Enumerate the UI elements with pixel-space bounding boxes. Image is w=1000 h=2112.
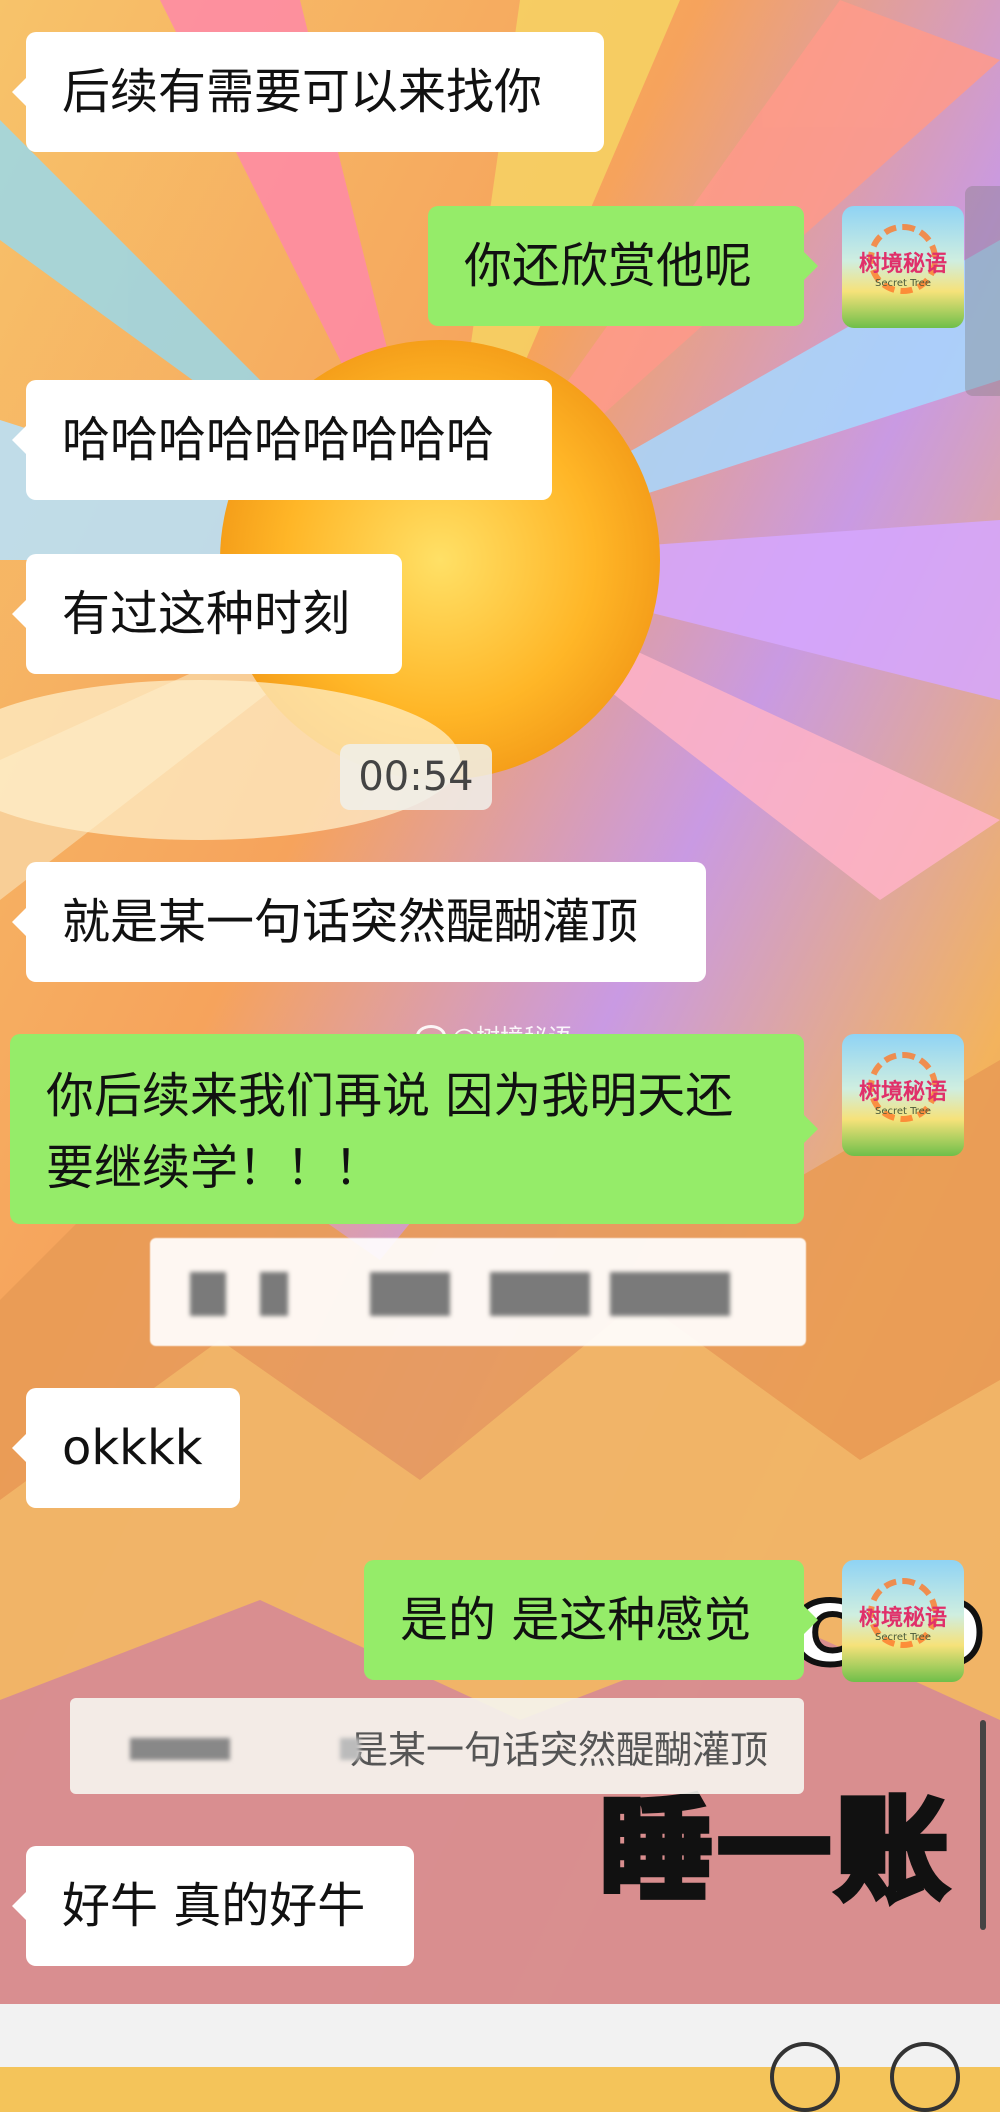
avatar[interactable]: 树境秘语 Secret Tree bbox=[842, 1034, 964, 1156]
emoji-icon[interactable] bbox=[770, 2042, 840, 2112]
avatar[interactable]: 树境秘语 Secret Tree bbox=[842, 206, 964, 328]
avatar[interactable]: 树境秘语 Secret Tree bbox=[842, 1560, 964, 1682]
avatar-subtitle: Secret Tree bbox=[875, 1106, 931, 1117]
redaction-block bbox=[490, 1272, 590, 1316]
redaction-block bbox=[190, 1272, 226, 1316]
message-text: 哈哈哈哈哈哈哈哈哈 bbox=[62, 412, 495, 468]
message-text: 后续有需要可以来找你 bbox=[62, 64, 543, 120]
incoming-message[interactable]: okkkk bbox=[12, 1388, 240, 1508]
message-text: 你还欣赏他呢 bbox=[464, 238, 753, 294]
outgoing-message[interactable]: 你后续来我们再说 因为我明天还要继续学！！！ bbox=[10, 1034, 818, 1224]
redacted-message bbox=[150, 1238, 806, 1346]
redaction-block bbox=[370, 1272, 450, 1316]
incoming-message[interactable]: 后续有需要可以来找你 bbox=[12, 32, 604, 152]
message-text: 是的 是这种感觉 bbox=[400, 1592, 752, 1648]
incoming-message[interactable]: 就是某一句话突然醍醐灌顶 bbox=[12, 862, 706, 982]
redaction-block bbox=[610, 1272, 730, 1316]
side-handle[interactable] bbox=[965, 186, 1000, 396]
message-text: 有过这种时刻 bbox=[62, 586, 351, 642]
outgoing-message[interactable]: 你还欣赏他呢 bbox=[428, 206, 818, 326]
quoted-message[interactable]: 是某一句话突然醍醐灌顶 bbox=[70, 1698, 804, 1794]
message-text: okkkk bbox=[62, 1420, 203, 1476]
redaction-block bbox=[340, 1738, 360, 1760]
redaction-block bbox=[130, 1738, 230, 1760]
scrollbar[interactable] bbox=[980, 1720, 986, 1930]
avatar-logo: 树境秘语 bbox=[858, 1605, 947, 1631]
avatar-subtitle: Secret Tree bbox=[875, 1632, 931, 1643]
avatar-logo: 树境秘语 bbox=[858, 251, 947, 277]
outgoing-message[interactable]: 是的 是这种感觉 bbox=[364, 1560, 818, 1680]
redaction-block bbox=[260, 1272, 288, 1316]
message-text: 你后续来我们再说 因为我明天还要继续学！！！ bbox=[46, 1068, 734, 1196]
avatar-subtitle: Secret Tree bbox=[875, 278, 931, 289]
input-bar[interactable] bbox=[0, 2004, 1000, 2112]
incoming-message[interactable]: 有过这种时刻 bbox=[12, 554, 402, 674]
incoming-message[interactable]: 好牛 真的好牛 bbox=[12, 1846, 414, 1966]
timestamp: 00:54 bbox=[340, 744, 492, 810]
quoted-text: 是某一句话突然醍醐灌顶 bbox=[349, 1727, 768, 1772]
message-text: 好牛 真的好牛 bbox=[62, 1878, 366, 1934]
avatar-logo: 树境秘语 bbox=[858, 1079, 947, 1105]
incoming-message[interactable]: 哈哈哈哈哈哈哈哈哈 bbox=[12, 380, 552, 500]
message-text: 就是某一句话突然醍醐灌顶 bbox=[62, 894, 639, 950]
add-icon[interactable] bbox=[890, 2042, 960, 2112]
